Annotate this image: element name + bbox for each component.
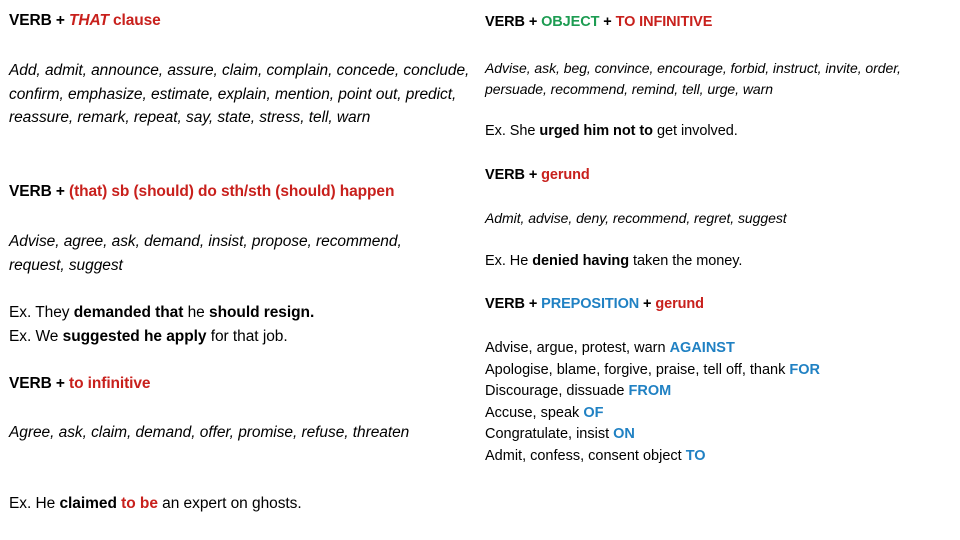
subjunctive-examples: Ex. They demanded that he should resign.…: [9, 301, 314, 348]
heading-verb-object-to-infinitive: VERB + OBJECT + TO INFINITIVE: [485, 13, 712, 31]
heading-plus-sign: +: [524, 14, 542, 30]
heading-that-keyword: THAT: [69, 12, 109, 29]
preposition-keyword-of: OF: [583, 404, 604, 421]
example-bold-urged-him-not-to: urged him not to: [539, 123, 653, 139]
heading-plus-sign: +: [639, 296, 656, 312]
preposition-keyword-for: FOR: [789, 361, 821, 378]
gerund-verb-list: Admit, advise, deny, recommend, regret, …: [485, 210, 787, 226]
heading-plus-sign: +: [51, 12, 70, 29]
heading-verb-word: VERB: [485, 14, 525, 30]
preposition-keyword-to: TO: [685, 447, 706, 464]
heading-verb-to-infinitive: VERB + to infinitive: [9, 374, 151, 393]
example-suffix: taken the money.: [629, 253, 743, 269]
heading-verb-word: VERB: [9, 12, 52, 29]
heading-verb-subjunctive: VERB + (that) sb (should) do sth/sth (sh…: [9, 182, 394, 201]
to-infinitive-example: Ex. He claimed to be an expert on ghosts…: [9, 492, 302, 516]
to-infinitive-verb-list: Agree, ask, claim, demand, offer, promis…: [9, 424, 410, 441]
example-prefix: Ex. He: [9, 495, 60, 512]
preposition-verb-list: Advise, argue, protest, warn AGAINST Apo…: [485, 338, 945, 467]
heading-plus-sign: +: [51, 375, 70, 392]
heading-plus-sign: +: [524, 296, 542, 312]
slide-canvas: VERB + THAT clause Add, admit, announce,…: [0, 0, 960, 540]
heading-verb-word: VERB: [9, 183, 52, 200]
heading-plus-sign: +: [599, 14, 616, 30]
example-line: Ex. We suggested he apply for that job.: [9, 325, 314, 349]
preposition-row: Accuse, speak OF: [485, 403, 945, 425]
gerund-example: Ex. He denied having taken the money.: [485, 250, 742, 272]
preposition-keyword-from: FROM: [628, 383, 672, 399]
heading-verb-gerund: VERB + gerund: [485, 166, 590, 184]
heading-verb-word: VERB: [485, 167, 525, 183]
preposition-keyword-against: AGAINST: [669, 340, 735, 356]
example-bold-suggested-he-apply: suggested he apply: [62, 327, 207, 345]
example-suffix: an expert on ghosts.: [157, 495, 302, 512]
example-suffix: get involved.: [653, 123, 738, 139]
example-prefix: Ex. She: [485, 123, 540, 139]
example-bold-claimed: claimed: [59, 495, 117, 512]
heading-verb-word: VERB: [9, 375, 52, 392]
heading-to-infinitive-keyword: TO INFINITIVE: [615, 14, 713, 30]
example-middle: he: [183, 304, 209, 321]
heading-verb-that-clause: VERB + THAT clause: [9, 11, 161, 30]
heading-plus-sign: +: [51, 183, 70, 200]
example-middle: for that job.: [206, 327, 288, 345]
preposition-row-verbs: Congratulate, insist: [485, 426, 614, 442]
heading-gerund-keyword: gerund: [541, 167, 590, 183]
that-clause-verb-list: Add, admit, announce, assure, claim, com…: [9, 62, 470, 126]
heading-verb-word: VERB: [485, 296, 525, 312]
example-prefix: Ex. They: [9, 304, 74, 321]
example-bold-demanded-that: demanded that: [73, 304, 184, 321]
heading-plus-sign: +: [524, 167, 542, 183]
heading-subjunctive-pattern: (that) sb (should) do sth/sth (should) h…: [69, 183, 395, 200]
preposition-row: Admit, confess, consent object TO: [485, 446, 945, 468]
example-bold-to-be: to be: [121, 495, 158, 512]
preposition-row-verbs: Advise, argue, protest, warn: [485, 340, 670, 356]
heading-verb-preposition-gerund: VERB + PREPOSITION + gerund: [485, 295, 704, 313]
example-prefix: Ex. We: [9, 327, 63, 345]
subjunctive-verb-list: Advise, agree, ask, demand, insist, prop…: [9, 233, 402, 274]
heading-clause-word: clause: [108, 12, 161, 29]
preposition-row-verbs: Accuse, speak: [485, 404, 584, 421]
example-bold-denied-having: denied having: [532, 253, 630, 269]
heading-to-infinitive-pattern: to infinitive: [69, 375, 151, 392]
left-column: VERB + THAT clause Add, admit, announce,…: [0, 0, 478, 540]
preposition-row: Congratulate, insist ON: [485, 424, 945, 446]
heading-gerund-keyword: gerund: [655, 296, 704, 312]
heading-preposition-keyword: PREPOSITION: [541, 296, 640, 312]
right-column: VERB + OBJECT + TO INFINITIVE Advise, as…: [478, 0, 960, 540]
example-line: Ex. They demanded that he should resign.: [9, 301, 314, 325]
preposition-row: Advise, argue, protest, warn AGAINST: [485, 338, 945, 360]
preposition-row-verbs: Discourage, dissuade: [485, 383, 629, 399]
example-bold-should-resign: should resign.: [209, 304, 315, 321]
heading-object-keyword: OBJECT: [541, 14, 600, 30]
preposition-keyword-on: ON: [613, 426, 635, 442]
preposition-row: Apologise, blame, forgive, praise, tell …: [485, 360, 945, 382]
object-to-infinitive-example: Ex. She urged him not to get involved.: [485, 120, 738, 142]
preposition-row-verbs: Admit, confess, consent object: [485, 447, 686, 464]
preposition-row: Discourage, dissuade FROM: [485, 381, 945, 403]
example-prefix: Ex. He: [485, 253, 533, 269]
object-to-infinitive-verb-list: Advise, ask, beg, convince, encourage, f…: [485, 60, 901, 97]
preposition-row-verbs: Apologise, blame, forgive, praise, tell …: [485, 361, 790, 378]
